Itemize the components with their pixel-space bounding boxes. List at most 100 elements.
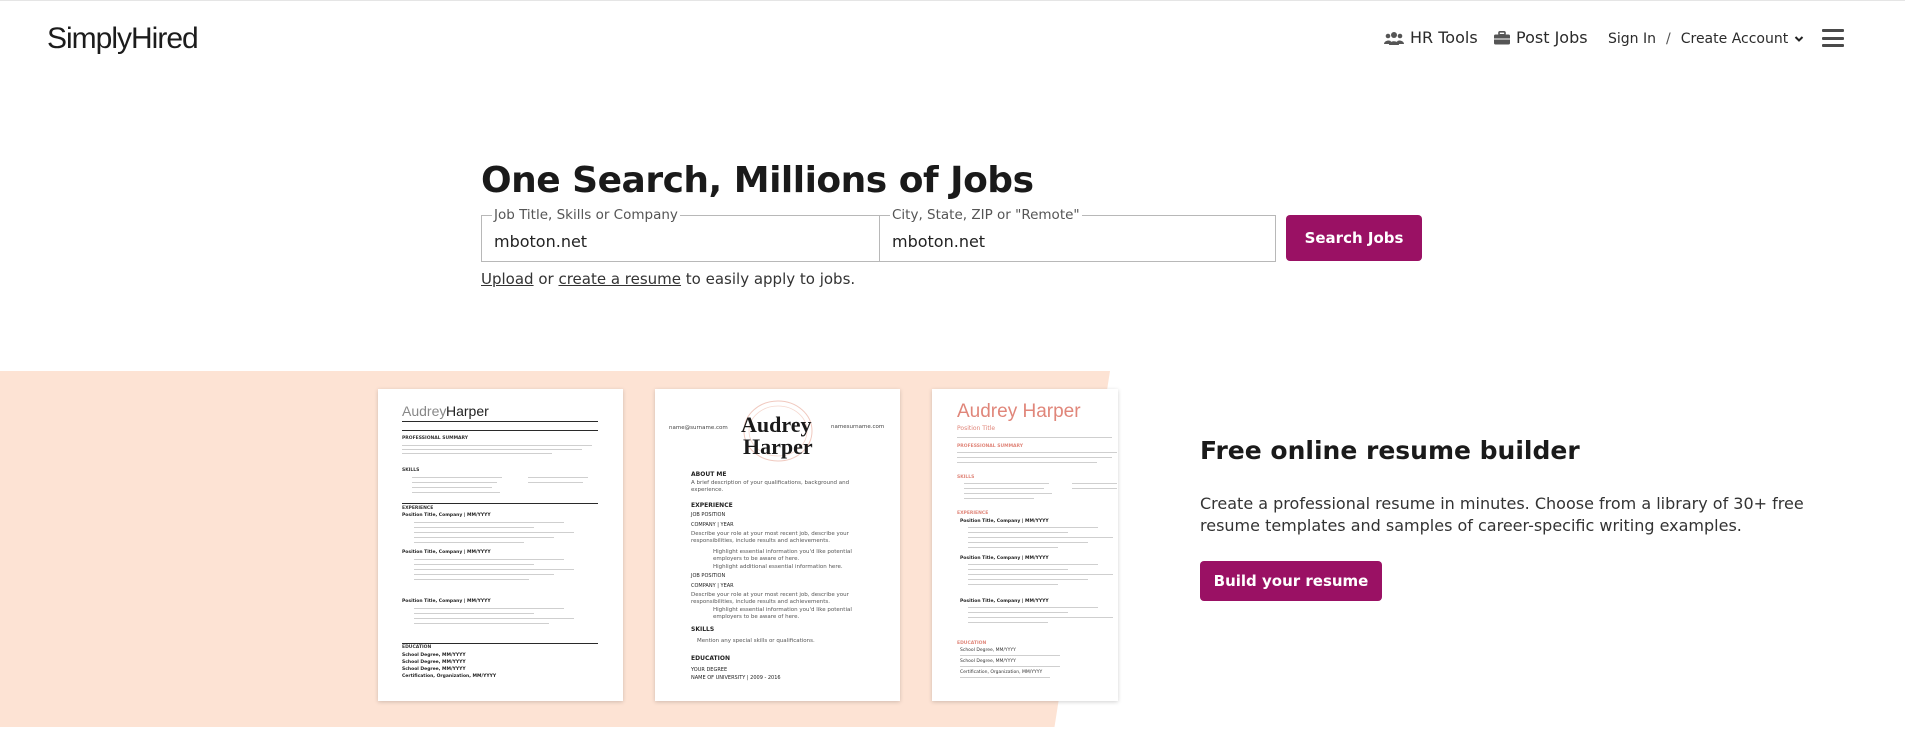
resume3-text-line [960,677,1050,679]
resume3-text-line [968,527,1098,529]
resume3-edu-1: School Degree, MM/YYYY [960,648,1016,653]
resume1-text-line [402,445,592,447]
resume3-experience-heading: EXPERIENCE [957,511,989,516]
resume1-text-line [414,522,564,524]
resume1-text-line [414,527,534,529]
resume1-text-line [414,623,549,625]
resume1-text-line [414,532,574,534]
resume3-text-line [968,547,1058,549]
resume3-text-line [957,457,1112,459]
resume2-company-year: COMPANY | YEAR [691,522,734,528]
resume1-text-line [412,492,500,494]
hr-tools-link[interactable]: HR Tools [1384,28,1478,47]
resume3-text-line [968,612,1068,614]
resume3-summary-heading: PROFESSIONAL SUMMARY [957,444,1024,449]
resume3-text-line [968,617,1113,619]
resume1-skills-heading: SKILLS [402,468,420,473]
resume3-position: Position Title [957,425,996,432]
resume-prompt-or: or [533,270,559,288]
resume-template-1[interactable]: Audrey Harper PROFESSIONAL SUMMARY SKILL… [378,389,623,701]
resume2-skills-text: Mention any special skills or qualificat… [697,638,815,644]
resume2-bullet-3: Highlight essential information you'd li… [713,607,852,620]
resume1-job-2: Position Title, Company | MM/YYYY [402,550,491,555]
page-title: One Search, Millions of Jobs [481,160,1034,201]
resume2-last-name: Harper [743,434,813,459]
resume2-degree: YOUR DEGREE [691,667,728,673]
post-jobs-label: Post Jobs [1516,28,1588,47]
resume3-text-line [968,532,1068,534]
resume3-text-line [957,462,1097,464]
resume1-rule [402,503,598,504]
resume-template-2[interactable]: name@surname.com namesurname.com Audrey … [655,389,900,701]
resume1-rule [402,421,598,423]
resume1-text-line [412,487,492,489]
resume3-text-line [964,488,1044,490]
resume2-education-heading: EDUCATION [691,655,730,662]
create-resume-link[interactable]: create a resume [558,270,681,288]
resume1-edu-1: School Degree, MM/YYYY [402,653,466,658]
resume3-text-line [957,452,1117,454]
resume1-edu-3: School Degree, MM/YYYY [402,667,466,672]
resume1-education-heading: EDUCATION [402,645,432,650]
build-resume-button[interactable]: Build your resume [1200,561,1382,601]
resume1-text-line [414,537,554,539]
search-jobs-button[interactable]: Search Jobs [1286,215,1422,261]
resume1-text-line [414,542,524,544]
resume1-edu-4: Certification, Organization, MM/YYYY [402,674,497,679]
resume3-text-line [968,622,1048,624]
account-menu[interactable]: Sign In / Create Account [1608,31,1804,47]
location-field[interactable]: City, State, ZIP or "Remote" [879,206,1276,262]
resume3-job-1: Position Title, Company | MM/YYYY [960,519,1049,524]
resume1-first-name: Audrey [402,403,447,419]
resume3-text-line [960,655,1060,657]
resume3-text-line [964,483,1049,485]
resume-prompt: Upload or create a resume to easily appl… [481,270,855,288]
upload-link[interactable]: Upload [481,270,534,288]
resume1-edu-2: School Degree, MM/YYYY [402,660,466,665]
resume1-text-line [528,482,583,484]
resume2-job-text-2: Describe your role at your most recent j… [691,592,849,605]
resume3-job-3: Position Title, Company | MM/YYYY [960,599,1049,604]
resume2-bullet-1: Highlight essential information you'd li… [713,549,852,562]
resume1-summary-heading: PROFESSIONAL SUMMARY [402,436,469,441]
resume-template-3[interactable]: Audrey Harper Position Title PROFESSIONA… [932,389,1118,701]
resume2-job-text: Describe your role at your most recent j… [691,531,849,544]
resume3-text-line [964,493,1052,495]
create-account-link[interactable]: Create Account [1681,31,1789,47]
resume1-job-1: Position Title, Company | MM/YYYY [402,513,491,518]
resume3-text-line [964,498,1034,500]
job-title-field[interactable]: Job Title, Skills or Company [481,206,880,262]
resume1-rule [402,430,598,432]
resume1-last-name: Harper [446,403,489,419]
resume3-job-2: Position Title, Company | MM/YYYY [960,556,1049,561]
resume3-skills-heading: SKILLS [957,475,975,480]
resume1-text-line [414,618,574,620]
menu-icon[interactable] [1822,29,1844,47]
resume2-job-position-2: JOB POSITION [691,573,726,579]
users-icon [1384,31,1404,45]
resume3-text-line [968,542,1088,544]
resume-prompt-rest: to easily apply to jobs. [681,270,856,288]
resume3-text-line [968,579,1088,581]
resume1-text-line [414,569,574,571]
logo[interactable]: SimplyHired [47,22,199,56]
resume3-text-line [968,537,1113,539]
account-separator: / [1666,31,1671,47]
sign-in-link[interactable]: Sign In [1608,31,1656,47]
resume1-text-line [414,608,564,610]
resume3-text-line [968,607,1098,609]
resume3-text-line [957,437,1112,439]
resume1-rule [402,643,598,644]
resume1-text-line [402,453,552,455]
resume3-text-line [1072,488,1117,490]
resume3-text-line [968,584,1058,586]
resume2-experience-heading: EXPERIENCE [691,502,733,509]
resume1-text-line [528,477,588,479]
resume1-experience-heading: EXPERIENCE [402,506,434,511]
resume1-text-line [402,449,582,451]
resume2-university: NAME OF UNIVERSITY | 2009 - 2016 [691,675,781,681]
resume1-text-line [412,477,502,479]
post-jobs-link[interactable]: Post Jobs [1494,28,1588,47]
resume3-text-line [960,666,1060,668]
resume2-about-heading: ABOUT ME [691,471,727,478]
